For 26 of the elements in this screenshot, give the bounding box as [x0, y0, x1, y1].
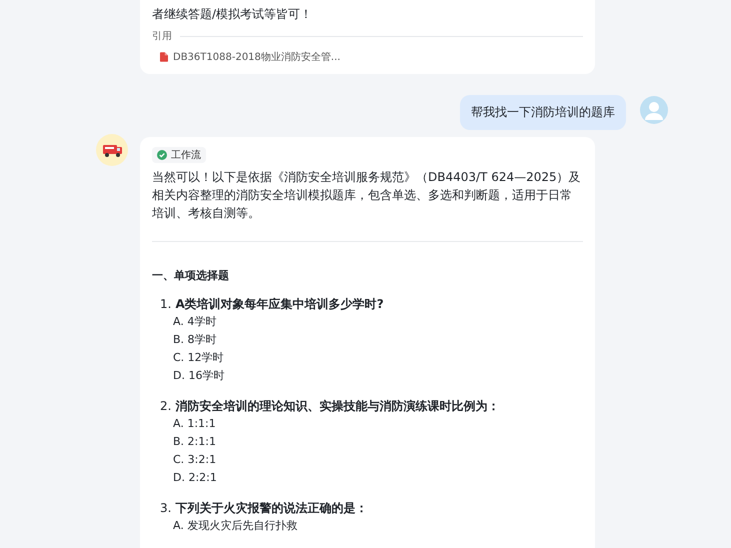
- user-message: 帮我找一下消防培训的题库: [460, 95, 626, 130]
- fire-truck-icon: [96, 134, 128, 166]
- question-text: A类培训对象每年应集中培训多少学时?: [175, 296, 384, 313]
- answer-option: A. 1:1:1: [160, 415, 583, 433]
- citation-label: 引用: [152, 30, 172, 43]
- workflow-label: 工作流: [171, 148, 201, 162]
- answer-option: B. 8学时: [160, 331, 583, 349]
- answer-option: C. 12学时: [160, 349, 583, 367]
- answer-option: A. 发现火灾后先自行扑救: [160, 517, 583, 535]
- citation-link[interactable]: DB36T1088-2018物业消防安全管...: [173, 50, 340, 64]
- answer-option: B. 2:1:1: [160, 433, 583, 451]
- answer-option: A. 4学时: [160, 313, 583, 331]
- intro-text: 当然可以！以下是依据《消防安全培训服务规范》（DB4403/T 624—2025）及相关内容整理的消防安全培训模拟题库，包含单选、多选和判断题，适用于日常培训、考核自测等。: [152, 169, 582, 222]
- answer-option: D. 2:2:1: [160, 469, 583, 487]
- question-number: 3.: [160, 500, 172, 517]
- question-text: 消防安全培训的理论知识、实操技能与消防演练课时比例为：: [175, 398, 500, 415]
- section-heading: 一、单项选择题: [152, 268, 230, 283]
- question-number: 2.: [160, 398, 172, 415]
- check-icon: [157, 150, 167, 160]
- question-number: 1.: [160, 296, 172, 313]
- question-text: 下列关于火灾报警的说法正确的是：: [175, 500, 368, 517]
- message-text: 者继续答题/模拟考试等皆可！: [152, 6, 314, 23]
- pdf-file-icon: [160, 52, 168, 62]
- user-avatar-icon: [640, 96, 668, 124]
- answer-option: D. 16学时: [160, 367, 583, 385]
- answer-option: C. 3:2:1: [160, 451, 583, 469]
